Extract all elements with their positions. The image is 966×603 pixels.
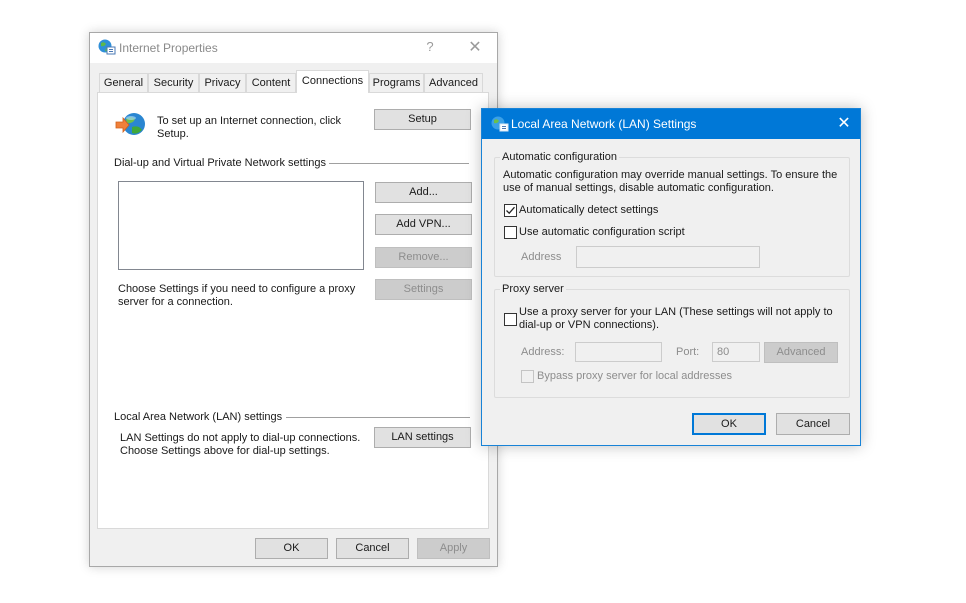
auto-config-description-line2: use of manual settings, disable automati… <box>503 182 774 194</box>
auto-config-description-line1: Automatic configuration may override man… <box>503 169 838 181</box>
tab-privacy[interactable]: Privacy <box>199 73 246 92</box>
close-button[interactable]: ✕ <box>464 37 486 59</box>
ok-button[interactable]: OK <box>692 413 766 435</box>
proxy-server-title: Proxy server <box>500 283 566 295</box>
lan-description-line1: LAN Settings do not apply to dial-up con… <box>120 432 361 444</box>
lan-settings-dialog: Local Area Network (LAN) Settings ✕ Auto… <box>481 108 861 446</box>
lan-description-line2: Choose Settings above for dial-up settin… <box>120 445 330 457</box>
remove-button[interactable]: Remove... <box>375 247 472 268</box>
lan-section-title: Local Area Network (LAN) settings <box>114 411 283 423</box>
proxy-address-label: Address: <box>521 346 565 358</box>
close-button[interactable]: ✕ <box>832 113 856 135</box>
proxy-hint-line1: Choose Settings if you need to configure… <box>118 283 356 295</box>
title-bar[interactable]: Local Area Network (LAN) Settings ✕ <box>482 109 860 139</box>
use-proxy-label-line2[interactable]: dial-up or VPN connections). <box>519 319 659 332</box>
port-label: Port: <box>676 346 700 358</box>
cancel-button[interactable]: Cancel <box>336 538 409 559</box>
window-title: Internet Properties <box>119 41 218 55</box>
tab-security[interactable]: Security <box>148 73 199 92</box>
add-vpn-button[interactable]: Add VPN... <box>375 214 472 235</box>
tab-connections[interactable]: Connections <box>296 70 369 93</box>
tab-content[interactable]: Content <box>246 73 296 92</box>
tab-general[interactable]: General <box>99 73 148 92</box>
bypass-local-label[interactable]: Bypass proxy server for local addresses <box>537 370 732 383</box>
lan-section-divider <box>286 417 470 418</box>
tab-advanced[interactable]: Advanced <box>424 73 483 92</box>
dialog-title: Local Area Network (LAN) Settings <box>511 117 697 131</box>
auto-detect-checkbox[interactable] <box>504 204 517 217</box>
script-address-field[interactable] <box>576 246 760 268</box>
setup-description-line1: To set up an Internet connection, click <box>157 115 342 127</box>
cancel-button[interactable]: Cancel <box>776 413 850 435</box>
port-field[interactable]: 80 <box>712 342 760 362</box>
help-button[interactable]: ? <box>420 39 440 57</box>
title-bar[interactable]: Internet Properties ? ✕ <box>90 33 497 63</box>
internet-options-icon <box>98 39 116 55</box>
proxy-hint-line2: server for a connection. <box>118 296 233 308</box>
internet-properties-window: Internet Properties ? ✕ General Security… <box>89 32 498 567</box>
setup-description-line2: Setup. <box>157 128 189 140</box>
use-script-checkbox[interactable] <box>504 226 517 239</box>
automatic-configuration-title: Automatic configuration <box>500 151 619 163</box>
use-proxy-checkbox[interactable] <box>504 313 517 326</box>
connections-tab-panel: To set up an Internet connection, click … <box>97 92 489 529</box>
connections-list[interactable] <box>118 181 364 270</box>
auto-detect-label[interactable]: Automatically detect settings <box>519 204 658 217</box>
settings-button[interactable]: Settings <box>375 279 472 300</box>
use-script-label[interactable]: Use automatic configuration script <box>519 226 685 239</box>
globe-arrow-icon <box>114 112 148 138</box>
internet-options-icon <box>491 116 509 132</box>
tab-programs[interactable]: Programs <box>369 73 424 92</box>
apply-button[interactable]: Apply <box>417 538 490 559</box>
script-address-label: Address <box>521 251 562 263</box>
use-proxy-label-line1[interactable]: Use a proxy server for your LAN (These s… <box>519 306 833 319</box>
bypass-local-checkbox[interactable] <box>521 370 534 383</box>
add-button[interactable]: Add... <box>375 182 472 203</box>
advanced-button[interactable]: Advanced <box>764 342 838 363</box>
dialup-section-divider <box>329 163 469 164</box>
ok-button[interactable]: OK <box>255 538 328 559</box>
dialup-section-title: Dial-up and Virtual Private Network sett… <box>114 157 326 169</box>
setup-button[interactable]: Setup <box>374 109 471 130</box>
lan-settings-button[interactable]: LAN settings <box>374 427 471 448</box>
proxy-address-field[interactable] <box>575 342 662 362</box>
